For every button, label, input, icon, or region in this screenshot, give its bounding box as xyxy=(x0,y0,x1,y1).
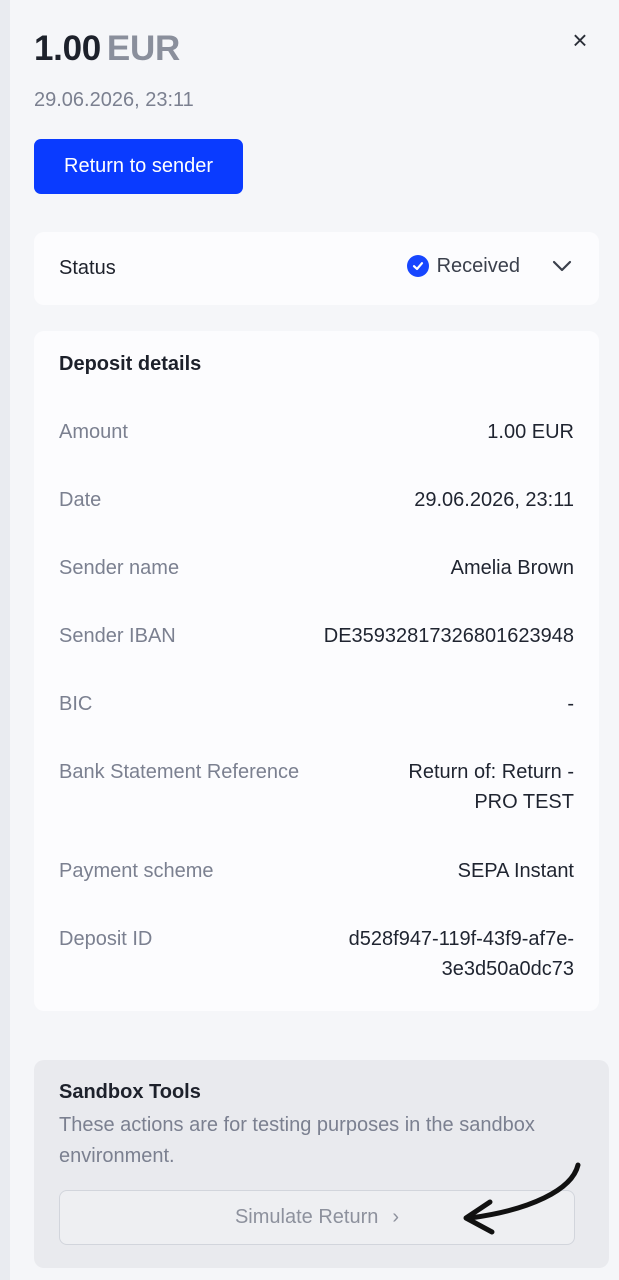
detail-value: 1.00 EUR xyxy=(487,421,574,443)
detail-row-sender-iban: Sender IBAN DE35932817326801623948 xyxy=(59,621,574,651)
detail-label: Bank Statement Reference xyxy=(59,761,300,783)
detail-label: Date xyxy=(59,489,102,511)
detail-row-date: Date 29.06.2026, 23:11 xyxy=(59,485,574,515)
amount-currency: EUR xyxy=(106,29,180,68)
detail-label: BIC xyxy=(59,693,93,715)
detail-value: d528f947-119f-43f9-af7e-3e3d50a0dc73 xyxy=(348,928,574,980)
check-circle-icon xyxy=(406,255,429,277)
status-value: Received xyxy=(436,254,520,277)
detail-value: DE35932817326801623948 xyxy=(323,625,574,647)
return-to-sender-button[interactable]: Return to sender xyxy=(34,139,243,194)
header: 1.00 EUR 29.06.2026, 23:11 xyxy=(34,28,194,112)
detail-value: SEPA Instant xyxy=(457,860,574,882)
amount-heading: 1.00 EUR xyxy=(34,28,194,70)
header-date: 29.06.2026, 23:11 xyxy=(34,89,194,111)
status-label: Status xyxy=(59,257,116,279)
detail-row-sender-name: Sender name Amelia Brown xyxy=(59,553,574,583)
detail-value: - xyxy=(567,693,574,715)
status-card: Status Received xyxy=(34,232,599,305)
deposit-details-title: Deposit details xyxy=(59,353,202,375)
chevron-right-icon: › xyxy=(392,1206,400,1228)
detail-value: Amelia Brown xyxy=(450,557,574,579)
detail-label: Sender IBAN xyxy=(59,625,176,647)
detail-row-bic: BIC - xyxy=(59,689,574,719)
deposit-detail-panel: 1.00 EUR 29.06.2026, 23:11 × Return to se… xyxy=(10,0,619,1280)
detail-row-bank-statement-reference: Bank Statement Reference Return of: Retu… xyxy=(59,757,574,817)
detail-row-deposit-id: Deposit ID d528f947-119f-43f9-af7e-3e3d5… xyxy=(59,924,574,984)
simulate-return-label: Simulate Return xyxy=(234,1206,379,1228)
status-indicator: Received xyxy=(406,254,574,278)
detail-label: Payment scheme xyxy=(59,860,214,882)
chevron-down-icon[interactable] xyxy=(550,254,574,278)
background-edge xyxy=(0,0,10,1280)
detail-label: Sender name xyxy=(59,557,180,579)
close-icon[interactable]: × xyxy=(566,26,594,54)
sandbox-tools-title: Sandbox Tools xyxy=(59,1081,201,1103)
detail-value: Return of: Return - PRO TEST xyxy=(408,761,574,813)
detail-value: 29.06.2026, 23:11 xyxy=(414,489,574,511)
detail-label: Deposit ID xyxy=(59,928,153,950)
amount-value: 1.00 xyxy=(34,29,101,68)
detail-row-amount: Amount 1.00 EUR xyxy=(59,417,574,447)
detail-label: Amount xyxy=(59,421,128,443)
deposit-details-card: Deposit details Amount 1.00 EUR Date 29.… xyxy=(34,331,599,1011)
annotation-arrow-icon xyxy=(463,1162,581,1235)
detail-row-payment-scheme: Payment scheme SEPA Instant xyxy=(59,856,574,886)
